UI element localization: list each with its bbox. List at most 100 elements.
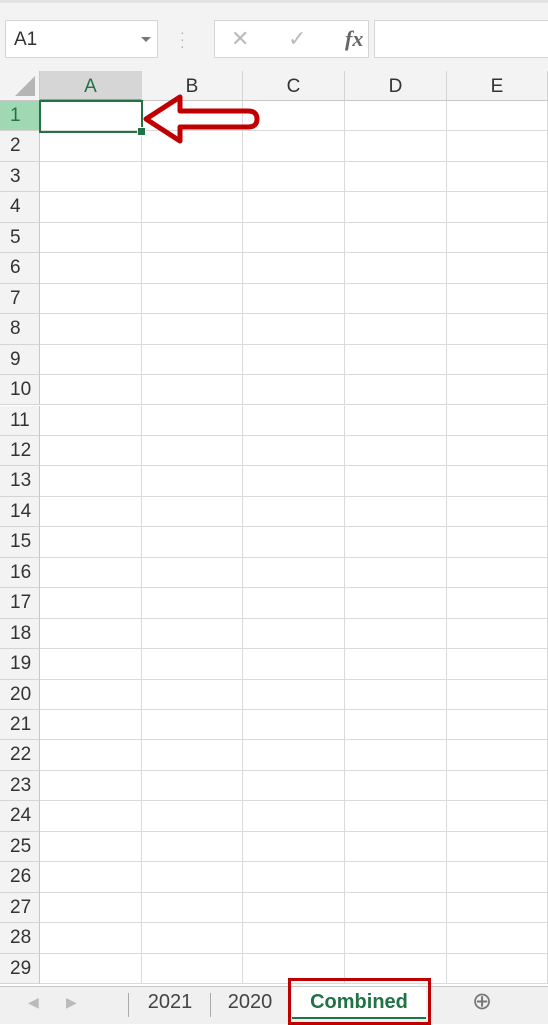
cell-B3[interactable] [142,161,243,193]
scroll-left-icon[interactable]: ◀ [28,987,39,1019]
cell-A12[interactable] [40,435,142,467]
cell-E21[interactable] [447,710,548,741]
cell-E29[interactable] [447,953,548,985]
cell-B26[interactable] [142,862,243,893]
cell-D24[interactable] [345,801,447,832]
cell-B16[interactable] [142,557,243,589]
row-header-22[interactable]: 22 [0,740,40,771]
cell-D18[interactable] [345,618,447,650]
formula-input[interactable] [374,20,548,58]
cell-A13[interactable] [40,466,142,497]
cell-D12[interactable] [345,435,447,467]
cell-C11[interactable] [243,405,345,436]
row-header-1[interactable]: 1 [0,101,40,132]
row-header-11[interactable]: 11 [0,405,40,436]
row-header-12[interactable]: 12 [0,435,40,467]
drag-handle-icon[interactable]: · · · [180,25,185,53]
cell-A21[interactable] [40,710,142,741]
cell-A15[interactable] [40,527,142,558]
row-header-7[interactable]: 7 [0,283,40,315]
cell-C21[interactable] [243,710,345,741]
cell-B8[interactable] [142,314,243,345]
cell-D25[interactable] [345,831,447,863]
row-header-21[interactable]: 21 [0,710,40,741]
cell-B20[interactable] [142,679,243,710]
row-header-9[interactable]: 9 [0,344,40,376]
cell-B22[interactable] [142,740,243,771]
cell-D16[interactable] [345,557,447,589]
row-header-6[interactable]: 6 [0,253,40,284]
cell-C14[interactable] [243,496,345,528]
cell-A16[interactable] [40,557,142,589]
cell-E17[interactable] [447,588,548,619]
cell-C5[interactable] [243,222,345,254]
cancel-icon[interactable]: ✕ [231,26,249,52]
cell-E19[interactable] [447,649,548,680]
select-all-button[interactable] [0,71,40,101]
cell-A11[interactable] [40,405,142,436]
cell-A19[interactable] [40,649,142,680]
cell-B27[interactable] [142,892,243,924]
cell-A17[interactable] [40,588,142,619]
cell-A29[interactable] [40,953,142,985]
cell-D19[interactable] [345,649,447,680]
cell-C15[interactable] [243,527,345,558]
row-header-26[interactable]: 26 [0,862,40,893]
cell-B24[interactable] [142,801,243,832]
cell-C23[interactable] [243,770,345,802]
cell-D1[interactable] [345,101,447,132]
cell-E16[interactable] [447,557,548,589]
cell-E23[interactable] [447,770,548,802]
row-header-15[interactable]: 15 [0,527,40,558]
cell-B21[interactable] [142,710,243,741]
cell-A1[interactable] [40,101,142,132]
cell-C18[interactable] [243,618,345,650]
cell-A5[interactable] [40,222,142,254]
cell-E28[interactable] [447,923,548,954]
cell-A22[interactable] [40,740,142,771]
cell-E9[interactable] [447,344,548,376]
cell-B11[interactable] [142,405,243,436]
cell-E14[interactable] [447,496,548,528]
cell-B29[interactable] [142,953,243,985]
cell-B10[interactable] [142,375,243,406]
cell-C19[interactable] [243,649,345,680]
row-header-14[interactable]: 14 [0,496,40,528]
cell-A2[interactable] [40,131,142,162]
cell-A26[interactable] [40,862,142,893]
cell-A23[interactable] [40,770,142,802]
chevron-down-icon[interactable] [141,37,151,42]
cell-D8[interactable] [345,314,447,345]
cell-B18[interactable] [142,618,243,650]
cell-C24[interactable] [243,801,345,832]
cell-D5[interactable] [345,222,447,254]
cell-C22[interactable] [243,740,345,771]
cell-A7[interactable] [40,283,142,315]
row-header-27[interactable]: 27 [0,892,40,924]
cell-A27[interactable] [40,892,142,924]
enter-icon[interactable]: ✓ [288,26,306,52]
cell-C7[interactable] [243,283,345,315]
cell-D23[interactable] [345,770,447,802]
cell-E22[interactable] [447,740,548,771]
cell-D10[interactable] [345,375,447,406]
cell-C12[interactable] [243,435,345,467]
cell-E25[interactable] [447,831,548,863]
cell-E15[interactable] [447,527,548,558]
cell-A9[interactable] [40,344,142,376]
cell-C4[interactable] [243,192,345,223]
cell-B13[interactable] [142,466,243,497]
cell-C3[interactable] [243,161,345,193]
cell-E24[interactable] [447,801,548,832]
row-header-29[interactable]: 29 [0,953,40,985]
cell-C20[interactable] [243,679,345,710]
cell-D17[interactable] [345,588,447,619]
cell-A14[interactable] [40,496,142,528]
cell-A25[interactable] [40,831,142,863]
cell-A20[interactable] [40,679,142,710]
cell-D26[interactable] [345,862,447,893]
cell-E11[interactable] [447,405,548,436]
cell-B19[interactable] [142,649,243,680]
cell-C25[interactable] [243,831,345,863]
cell-B4[interactable] [142,192,243,223]
